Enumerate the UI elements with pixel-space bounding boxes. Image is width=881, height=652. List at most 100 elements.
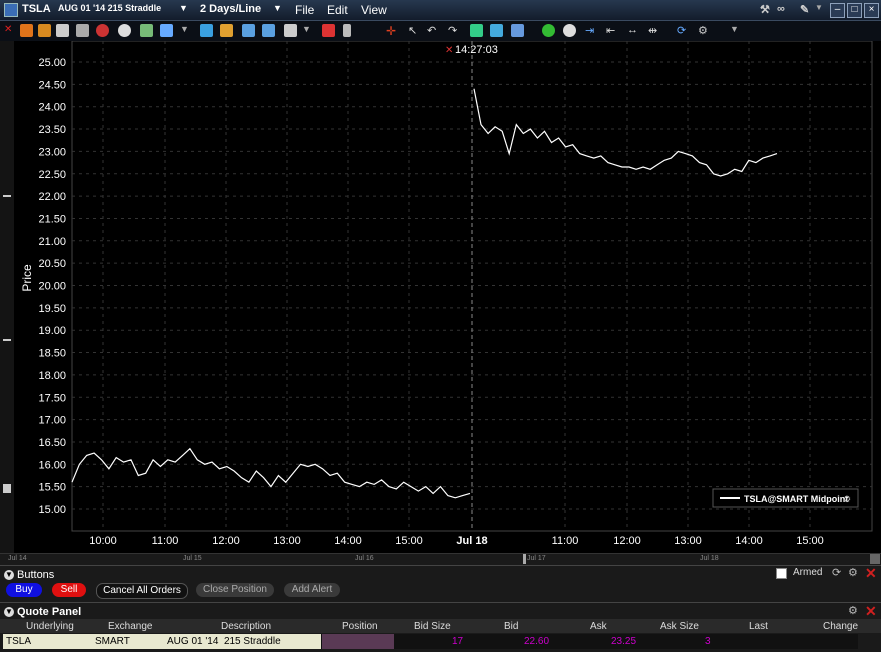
menu-edit[interactable]: Edit (327, 3, 348, 17)
crosshair-icon[interactable]: ✛ (386, 24, 399, 38)
panel-link-icon[interactable]: ⟳ (832, 566, 841, 579)
menu-view[interactable]: View (361, 3, 387, 17)
grid-icon[interactable] (56, 24, 69, 37)
quote-settings-icon[interactable]: ⚙ (848, 604, 858, 617)
redo-icon[interactable]: ↷ (448, 24, 461, 37)
layout-icon[interactable] (284, 24, 297, 37)
draw-line-icon[interactable] (322, 24, 335, 37)
chart-svg[interactable]: Price 25.00 24.50 24.00 23.50 23.00 22.50 22.0… (0, 40, 881, 553)
cell-description: AUG 01 '14 215 Straddle (167, 636, 281, 647)
col-change[interactable]: Change (823, 621, 858, 632)
col-exchange[interactable]: Exchange (108, 621, 152, 632)
chart-type-icon[interactable] (140, 24, 153, 37)
y-tick-label: 15.50 (38, 482, 66, 494)
close-chart-icon[interactable]: ✕ (4, 24, 17, 37)
menu-file[interactable]: File (295, 3, 314, 17)
buy-button[interactable]: Buy (6, 583, 42, 597)
date-scrollbar[interactable]: Jul 14 Jul 15 Jul 16 Jul 17 Jul 18 (0, 553, 881, 565)
symbol-label[interactable]: TSLA (22, 3, 51, 15)
maximize-button[interactable]: □ (847, 3, 862, 18)
line-chart-icon[interactable] (262, 24, 275, 37)
undo-icon[interactable]: ↶ (427, 24, 440, 37)
search-icon[interactable] (160, 24, 173, 37)
arrow-tool-icon[interactable] (38, 24, 51, 37)
quote-panel-title: Quote Panel (17, 606, 82, 618)
link-icon[interactable]: ∞ (777, 3, 785, 15)
scroll-thumb[interactable] (523, 554, 526, 564)
y-tick-label: 25.00 (38, 57, 66, 69)
candle-icon[interactable] (242, 24, 255, 37)
wrench-icon[interactable]: ⚒ (760, 3, 770, 16)
col-bid-size[interactable]: Bid Size (414, 621, 451, 632)
bar-chart-icon[interactable] (220, 24, 233, 37)
text-tool-icon[interactable] (200, 24, 213, 37)
scroll-start-icon[interactable]: ⇥ (585, 24, 598, 37)
close-position-button[interactable]: Close Position (196, 583, 274, 597)
y-tick-label: 20.50 (38, 258, 66, 270)
lifebuoy-icon[interactable] (96, 24, 109, 37)
col-bid[interactable]: Bid (504, 621, 518, 632)
volume-icon[interactable] (343, 24, 351, 37)
add-alert-button[interactable]: Add Alert (284, 583, 340, 597)
contract-label[interactable]: AUG 01 '14 215 Straddle (58, 3, 161, 13)
price-chart[interactable]: Price 25.00 24.50 24.00 23.50 23.00 22.50 22.0… (0, 40, 881, 553)
chart-toolbar: ✕ ▼ ▼ ✛ ↖ ↶ ↷ ⇥ ⇤ ↔ ⇹ ⟳ ⚙ ▼ (0, 21, 881, 42)
armed-checkbox[interactable] (776, 568, 787, 579)
cell-underlying: TSLA (6, 636, 32, 647)
cursor-icon[interactable]: ↖ (408, 24, 421, 37)
y-tick-label: 16.50 (38, 437, 66, 449)
scroll-date-label: Jul 17 (527, 555, 546, 562)
pan-icon[interactable] (20, 24, 33, 37)
quote-panel-header[interactable]: ▼ Quote Panel (4, 606, 81, 618)
buttons-panel-header[interactable]: ▼ Buttons (4, 569, 54, 581)
search-dropdown-icon[interactable]: ▼ (180, 24, 193, 37)
close-button[interactable]: × (864, 3, 879, 18)
circle-icon[interactable] (118, 24, 131, 37)
cursor-close-icon[interactable]: ✕ (445, 45, 453, 56)
scroll-end-handle[interactable] (870, 554, 880, 564)
options-dropdown-icon[interactable]: ▼ (815, 3, 823, 12)
sell-button[interactable]: Sell (52, 583, 86, 597)
col-description[interactable]: Description (221, 621, 271, 632)
period-label[interactable]: 2 Days/Line (200, 3, 261, 15)
y-tick-label: 15.00 (38, 504, 66, 516)
x-tick-label: 13:00 (674, 535, 702, 547)
close-buttons-panel-icon[interactable]: ✕ (865, 565, 877, 582)
panel-settings-icon[interactable]: ⚙ (848, 566, 858, 579)
channel-icon[interactable] (511, 24, 524, 37)
scale-down-icon[interactable] (3, 484, 11, 493)
paint-icon[interactable]: ✎ (800, 3, 809, 16)
period-dropdown-icon[interactable]: ▼ (273, 3, 282, 13)
col-ask-size[interactable]: Ask Size (660, 621, 699, 632)
zoom-in-icon[interactable] (542, 24, 555, 37)
contract-dropdown-icon[interactable]: ▼ (179, 3, 188, 13)
print-icon[interactable] (76, 24, 89, 37)
refresh-icon[interactable]: ⟳ (677, 24, 690, 37)
scroll-left-icon[interactable]: ⇤ (606, 24, 619, 37)
close-quote-panel-icon[interactable]: ✕ (865, 603, 877, 620)
collapse-icon[interactable]: ▼ (4, 607, 14, 618)
scroll-date-label: Jul 18 (700, 555, 719, 562)
cell-bid: 22.60 (524, 636, 550, 647)
settings-icon[interactable]: ⚙ (698, 24, 711, 37)
col-ask[interactable]: Ask (590, 621, 607, 632)
zoom-out-icon[interactable] (563, 24, 576, 37)
col-last[interactable]: Last (749, 621, 768, 632)
scroll-date-label: Jul 16 (355, 555, 374, 562)
col-underlying[interactable]: Underlying (26, 621, 74, 632)
legend-settings-icon[interactable]: ⚙ (843, 494, 851, 504)
indicator-icon[interactable] (470, 24, 483, 37)
buttons-panel-title: Buttons (17, 569, 55, 581)
col-position[interactable]: Position (342, 621, 378, 632)
y-tick-label: 21.50 (38, 213, 66, 225)
layout-dropdown-icon[interactable]: ▼ (302, 24, 315, 37)
left-scale-strip[interactable] (0, 41, 14, 553)
minimize-button[interactable]: – (830, 3, 845, 18)
expand-icon[interactable]: ↔ (627, 24, 640, 37)
compress-icon[interactable]: ⇹ (648, 24, 661, 37)
cancel-all-orders-button[interactable]: Cancel All Orders (96, 583, 188, 599)
collapse-icon[interactable]: ▼ (4, 570, 14, 581)
x-tick-label: 15:00 (395, 535, 423, 547)
trendline-icon[interactable] (490, 24, 503, 37)
more-dropdown-icon[interactable]: ▼ (730, 24, 743, 37)
